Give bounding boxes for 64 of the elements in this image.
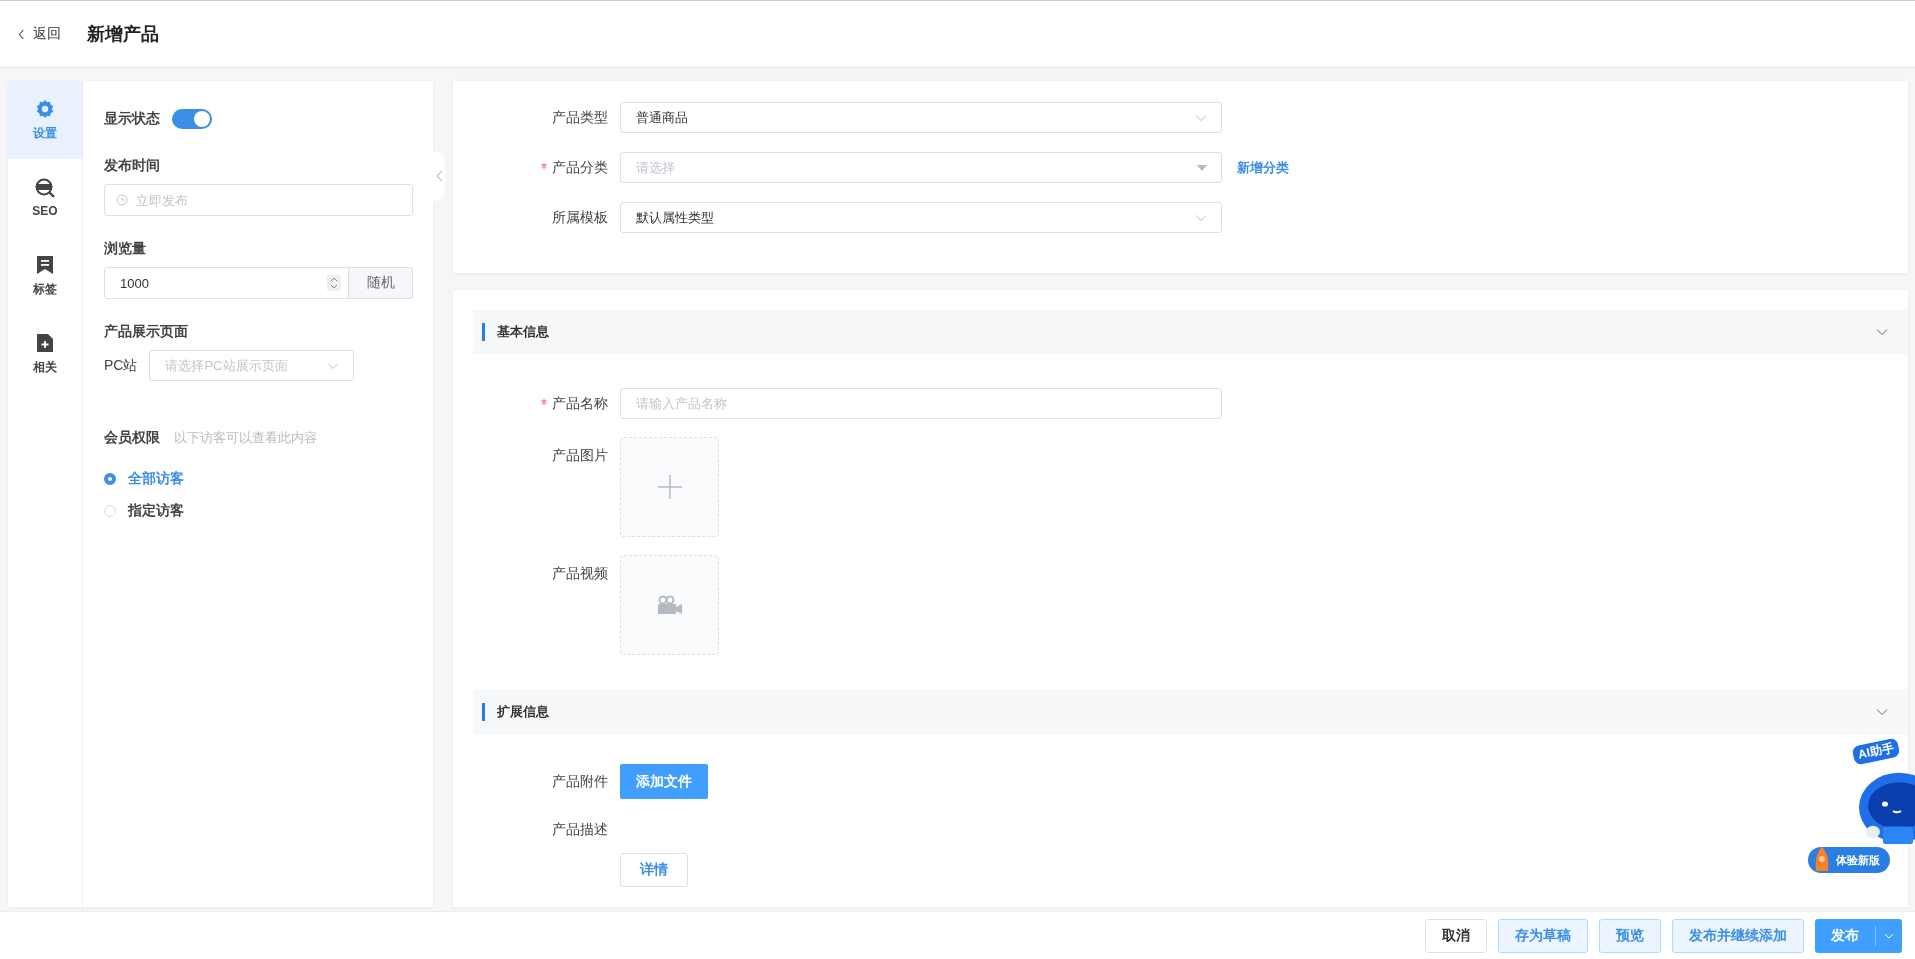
field-label: 显示状态 — [104, 110, 160, 128]
back-button[interactable]: 返回 — [18, 25, 61, 43]
video-upload-area[interactable] — [620, 555, 719, 655]
clock-icon — [116, 194, 128, 206]
field-label: 产品描述 — [551, 821, 608, 839]
field-label: 发布时间 — [104, 157, 161, 175]
spinner-icon — [327, 275, 341, 291]
bookmark-icon — [36, 254, 54, 275]
radio-label[interactable]: 全部访客 — [128, 470, 184, 488]
footer-button[interactable]: 发布并继续添加 — [1672, 918, 1804, 953]
section-header[interactable]: 扩展信息 — [473, 689, 1908, 735]
add-category-link[interactable]: 新增分类 — [1237, 158, 1289, 177]
footer-button[interactable]: 存为草稿 — [1498, 918, 1588, 953]
select-field[interactable]: 默认属性类型 — [620, 202, 1222, 233]
select-field[interactable]: 普通商品 — [620, 102, 1222, 133]
new-version-button[interactable]: 体验新版 — [1808, 847, 1890, 873]
chevron-left-icon — [18, 28, 25, 40]
field-label: 产品分类 — [473, 158, 608, 177]
text-field[interactable]: 请输入产品名称 — [620, 388, 1222, 419]
gear-icon — [35, 98, 55, 119]
toggle-switch[interactable] — [172, 109, 212, 129]
radio-label[interactable]: 指定访客 — [128, 502, 184, 520]
chevron-left-icon — [435, 170, 443, 182]
date-picker-field[interactable]: 立即发布 — [104, 184, 413, 216]
radio-button[interactable] — [104, 473, 116, 485]
plus-icon — [657, 475, 682, 499]
chevron-down-icon — [327, 361, 340, 370]
required-asterisk-icon — [541, 162, 547, 169]
field-label: 产品视频 — [551, 564, 608, 583]
side-tab[interactable]: 设置 — [8, 81, 82, 159]
field-label: 会员权限 — [104, 429, 160, 447]
section-header[interactable]: 基本信息 — [473, 309, 1908, 355]
page-title: 新增产品 — [87, 23, 159, 46]
cancel-button[interactable]: 取消 — [1425, 918, 1487, 953]
field-label: 产品附件 — [551, 772, 608, 791]
field-label: 产品展示页面 — [104, 323, 189, 341]
collapse-handle[interactable] — [433, 151, 445, 201]
random-button[interactable]: 随机 — [349, 267, 413, 299]
side-tab[interactable]: SEO — [8, 159, 82, 237]
number-input[interactable]: 1000 — [104, 267, 349, 299]
field-label: 所属模板 — [551, 208, 608, 227]
chevron-down-icon — [1195, 113, 1207, 122]
chevron-down-icon — [1884, 932, 1894, 939]
field-label: 浏览量 — [104, 240, 147, 258]
footer-button[interactable]: 预览 — [1599, 918, 1661, 953]
image-upload-area[interactable] — [620, 437, 719, 537]
chevron-down-icon — [1195, 213, 1207, 222]
field-label: 产品名称 — [473, 394, 608, 413]
publish-split-button[interactable]: 发布 — [1815, 918, 1902, 953]
field-label: 产品类型 — [551, 108, 608, 127]
add-file-button[interactable]: 添加文件 — [620, 764, 708, 799]
search-icon — [34, 178, 56, 198]
document-plus-icon — [36, 332, 54, 353]
hint-text: 以下访客可以查看此内容 — [174, 429, 317, 447]
site-label: PC站 — [104, 356, 138, 375]
video-camera-icon — [656, 595, 683, 615]
side-tab[interactable]: 标签 — [8, 237, 82, 315]
field-label: 产品图片 — [551, 446, 608, 465]
caret-down-icon — [1197, 164, 1207, 171]
section-title: 基本信息 — [497, 323, 549, 341]
required-asterisk-icon — [541, 398, 547, 405]
section-title: 扩展信息 — [497, 703, 549, 721]
detail-button[interactable]: 详情 — [620, 853, 688, 887]
side-tab[interactable]: 相关 — [8, 315, 82, 393]
